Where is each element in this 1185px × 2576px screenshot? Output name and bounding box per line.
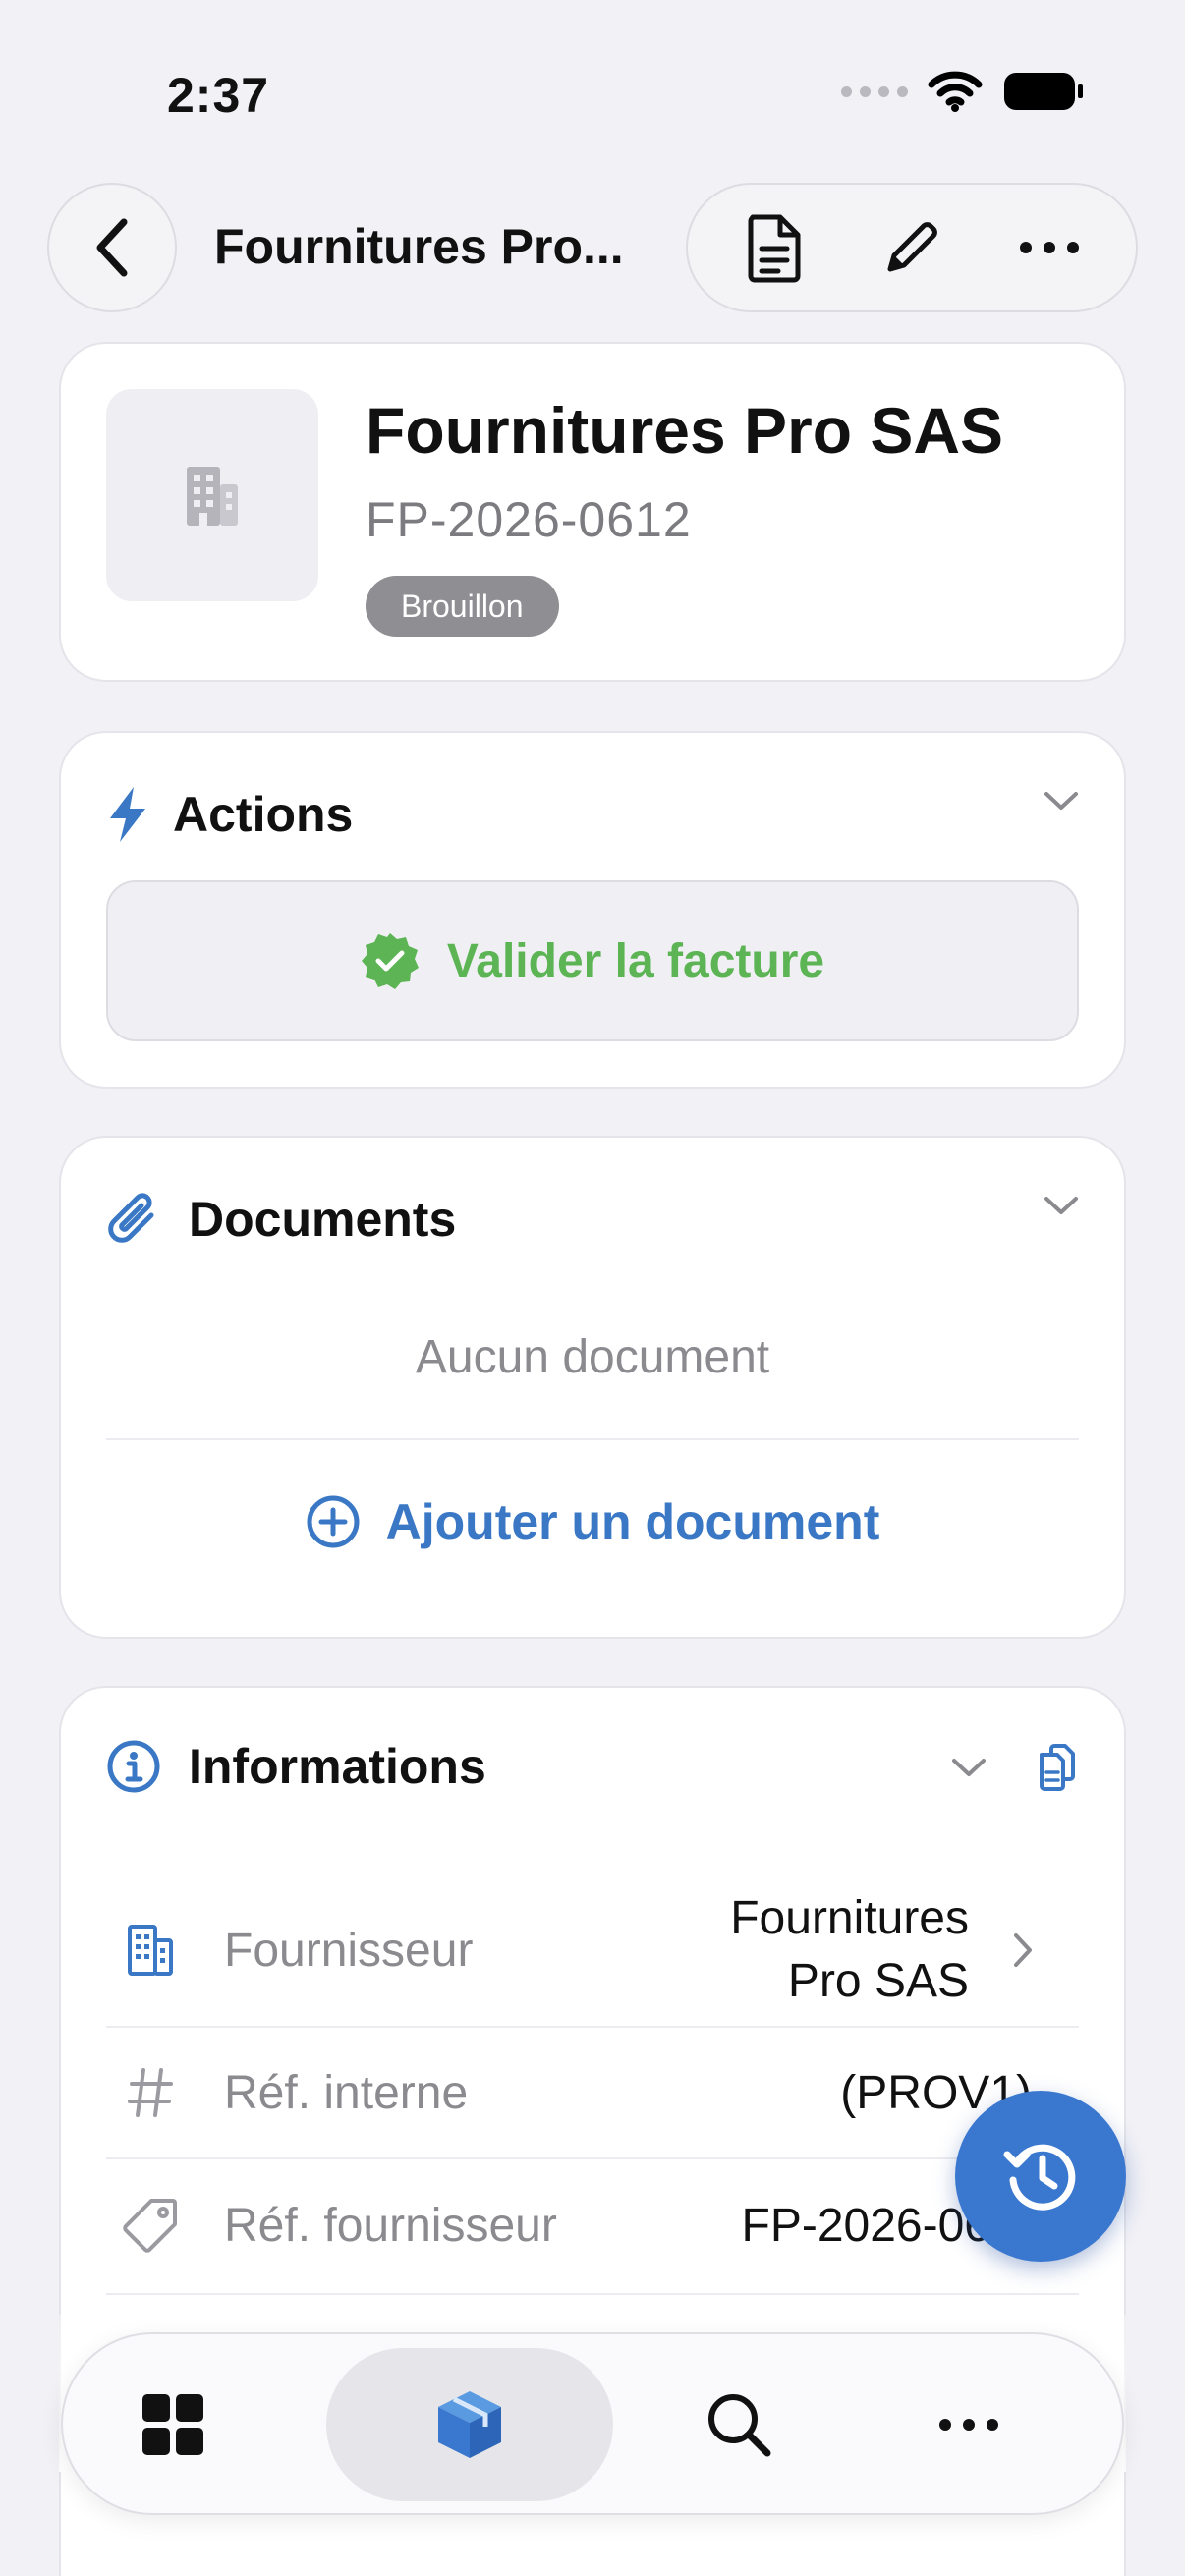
chevron-left-icon [96, 218, 128, 277]
actions-section: Actions Valider la facture [59, 731, 1126, 1089]
search-icon [708, 2394, 771, 2457]
divider [106, 2293, 1079, 2295]
back-button[interactable] [47, 183, 177, 312]
bottom-tab-bar [61, 2332, 1124, 2515]
grid-icon [142, 2394, 203, 2455]
box-icon [438, 2391, 501, 2458]
validate-invoice-button[interactable]: Valider la facture [106, 880, 1079, 1041]
no-documents-text: Aucun document [415, 1331, 770, 1383]
tag-icon [123, 2199, 177, 2253]
supplier-label: Fournisseur [224, 1924, 474, 1977]
history-clock-icon [1003, 2144, 1076, 2211]
battery-icon [1004, 73, 1083, 110]
supplier-ref-row: Réf. fournisseur FP-2026-06 [106, 2159, 1079, 2291]
chevron-right-icon [1014, 1933, 1032, 1967]
ellipsis-icon [1020, 242, 1079, 253]
actions-section-header[interactable]: Actions [106, 733, 1079, 896]
tab-more[interactable] [910, 2348, 1028, 2501]
documents-section-header[interactable]: Documents [106, 1138, 1079, 1301]
pencil-icon [887, 222, 937, 272]
info-circle-icon [107, 1740, 160, 1793]
hash-icon [128, 2068, 173, 2117]
chevron-down-icon [1044, 792, 1078, 810]
tab-dashboard[interactable] [114, 2348, 232, 2501]
nav-actions-group [686, 183, 1138, 312]
building-icon [128, 1925, 173, 1976]
status-badge: Brouillon [366, 576, 559, 637]
information-header-actions [951, 1743, 1079, 1792]
tab-search[interactable] [680, 2348, 798, 2501]
invoice-header-card: Fournitures Pro SAS FP-2026-0612 Brouill… [59, 342, 1126, 682]
invoice-reference: FP-2026-0612 [366, 492, 692, 547]
documents-section: Documents Aucun document Ajouter un docu… [59, 1136, 1126, 1639]
actions-section-title: Actions [173, 787, 354, 842]
add-document-label: Ajouter un document [385, 1494, 880, 1549]
verified-check-badge-icon [361, 933, 419, 989]
ellipsis-icon [939, 2419, 998, 2431]
invoice-detail-screen: 2:37 Fournitures Pro... Fournitures Pro … [0, 0, 1185, 2576]
paperclip-icon [108, 1193, 154, 1243]
internal-ref-label: Réf. interne [224, 2066, 469, 2119]
information-section-title: Informations [189, 1739, 486, 1794]
add-document-button[interactable]: Ajouter un document [61, 1468, 1124, 1576]
status-time: 2:37 [167, 68, 270, 123]
lightning-bolt-icon [110, 787, 145, 842]
validate-invoice-label: Valider la facture [446, 934, 825, 987]
nav-title: Fournitures Pro... [214, 219, 624, 274]
pdf-document-button[interactable] [715, 194, 833, 302]
internal-ref-row: Réf. interne (PROV1) [106, 2028, 1079, 2157]
supplier-value: Fournitures Pro SAS [730, 1887, 969, 2013]
supplier-value-line2: Pro SAS [787, 1955, 969, 2007]
avatar [106, 389, 318, 601]
tab-products[interactable] [326, 2348, 613, 2501]
supplier-value-line1: Fournitures [730, 1892, 969, 1944]
more-options-button[interactable] [990, 194, 1108, 302]
document-icon [748, 214, 801, 283]
chevron-down-icon [1044, 1197, 1078, 1214]
edit-button[interactable] [853, 194, 971, 302]
history-button[interactable] [955, 2091, 1126, 2262]
status-icons [841, 71, 1085, 112]
divider [106, 1438, 1079, 1440]
documents-section-title: Documents [189, 1192, 457, 1247]
building-icon [187, 467, 238, 526]
chevron-down-icon[interactable] [951, 1757, 987, 1778]
supplier-name: Fournitures Pro SAS [366, 394, 1004, 467]
supplier-ref-label: Réf. fournisseur [224, 2199, 557, 2252]
supplier-ref-value: FP-2026-06 [741, 2199, 990, 2252]
copy-documents-icon[interactable] [1036, 1743, 1079, 1792]
information-section-header[interactable]: Informations [106, 1688, 1079, 1845]
wifi-icon [928, 71, 983, 112]
cellular-signal-icon [841, 85, 908, 97]
supplier-row[interactable]: Fournisseur Fournitures Pro SAS [106, 1861, 1079, 2040]
plus-circle-icon [307, 1495, 360, 1548]
